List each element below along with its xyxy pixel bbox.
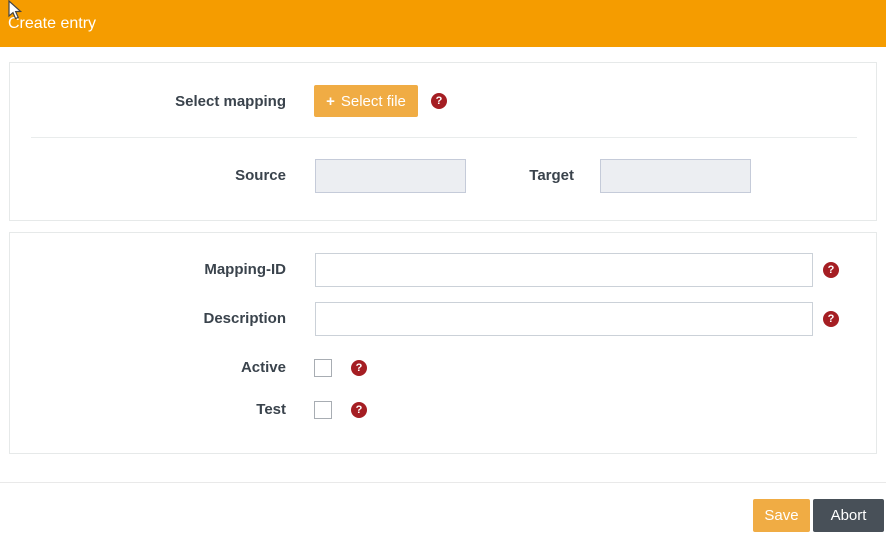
description-label: Description <box>10 309 286 329</box>
active-checkbox[interactable] <box>314 359 332 377</box>
save-button[interactable]: Save <box>753 499 810 532</box>
abort-button[interactable]: Abort <box>813 499 884 532</box>
test-label: Test <box>10 400 286 420</box>
description-field[interactable] <box>315 302 813 336</box>
test-checkbox[interactable] <box>314 401 332 419</box>
mapping-selection-panel: Select mapping + Select file ? Source Ta… <box>9 62 877 221</box>
title-bar: Create entry <box>0 0 886 47</box>
help-icon[interactable]: ? <box>351 360 367 376</box>
target-label: Target <box>494 166 574 186</box>
mouse-cursor-icon <box>5 0 25 22</box>
active-label: Active <box>10 358 286 378</box>
panel-divider <box>31 137 857 138</box>
entry-details-panel: Mapping-ID ? Description ? Active ? Test… <box>9 232 877 454</box>
help-icon[interactable]: ? <box>823 262 839 278</box>
select-file-button-label: Select file <box>341 94 406 109</box>
help-icon[interactable]: ? <box>823 311 839 327</box>
plus-icon: + <box>326 94 335 109</box>
select-file-button[interactable]: + Select file <box>314 85 418 117</box>
source-field[interactable] <box>315 159 466 193</box>
select-mapping-label: Select mapping <box>10 92 286 112</box>
mapping-id-label: Mapping-ID <box>10 260 286 280</box>
mapping-id-field[interactable] <box>315 253 813 287</box>
footer-divider <box>0 482 886 483</box>
help-icon[interactable]: ? <box>351 402 367 418</box>
help-icon[interactable]: ? <box>431 93 447 109</box>
target-field[interactable] <box>600 159 751 193</box>
source-label: Source <box>10 166 286 186</box>
